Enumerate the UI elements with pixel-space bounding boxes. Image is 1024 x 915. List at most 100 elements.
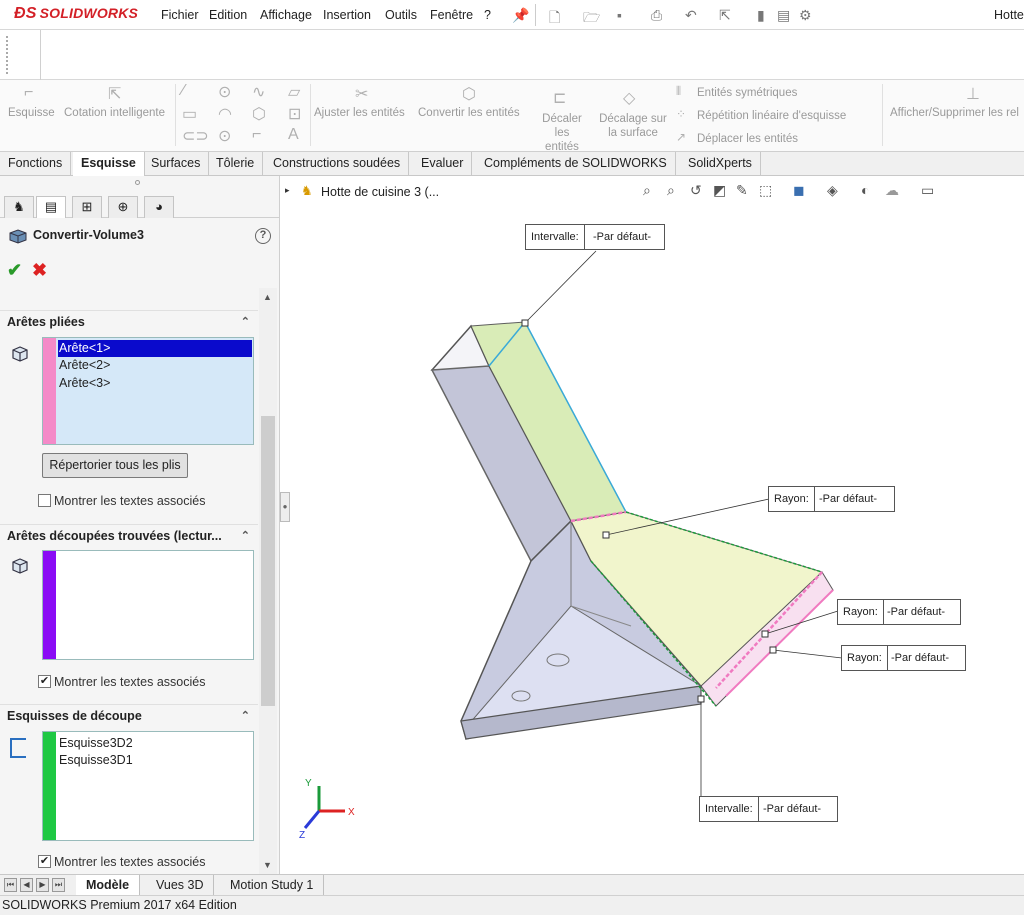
menu-fenetre[interactable]: Fenêtre	[430, 8, 473, 22]
callout-intervalle-top[interactable]: Intervalle: -Par défaut-	[525, 224, 665, 250]
dimxpert-tab-icon[interactable]: ⊕	[108, 196, 138, 218]
repetition-lineaire-button[interactable]: Répétition linéaire d'esquisse	[697, 109, 846, 123]
cotation-intelligente-button[interactable]: Cotation intelligente	[64, 106, 165, 120]
solidworks-logo[interactable]: ƉS SOLIDWORKS	[14, 5, 138, 23]
decaler-entites-button[interactable]: Décaler les entités	[534, 112, 590, 154]
cut-sketches-listbox[interactable]: Esquisse3D2 Esquisse3D1	[42, 731, 254, 841]
spline-icon[interactable]: ∿	[252, 82, 265, 102]
point-icon[interactable]: ⊡	[288, 104, 301, 124]
section-cut-edges-header[interactable]: Arêtes découpées trouvées (lectur... ⌃	[0, 524, 258, 546]
smart-dimension-icon[interactable]: ⇱	[108, 84, 121, 104]
afficher-relations-button[interactable]: Afficher/Supprimer les rel	[890, 106, 1019, 120]
offset-entities-icon[interactable]: ⊏	[553, 88, 566, 108]
section-cut-sketches-header[interactable]: Esquisses de découpe ⌃	[0, 704, 258, 726]
trim-icon[interactable]: ✂	[355, 84, 368, 104]
panel-scrollbar[interactable]: ▲ ▼	[259, 288, 277, 874]
slot-icon[interactable]: ⊂⊃	[182, 126, 209, 146]
configuration-manager-tab-icon[interactable]: ⊞	[72, 196, 102, 218]
offset-surface-icon[interactable]: ◇	[623, 88, 635, 108]
options-gear-icon[interactable]: ⚙	[799, 7, 812, 24]
new-document-icon[interactable]: 🗋	[549, 7, 560, 31]
menu-outils[interactable]: Outils	[385, 8, 417, 22]
tab-evaluer[interactable]: Evaluer	[413, 152, 473, 176]
prev-tab-icon[interactable]: ◀	[20, 878, 33, 892]
model-canvas[interactable]: Y X Z	[281, 176, 1024, 874]
plane-icon[interactable]: ▱	[288, 82, 300, 102]
mirror-icon[interactable]: ⫴	[676, 84, 681, 99]
fillet-icon[interactable]: ⌐	[252, 126, 261, 144]
next-tab-icon[interactable]: ▶	[36, 878, 49, 892]
file-properties-icon[interactable]: ▤	[777, 7, 790, 24]
list-all-bends-button[interactable]: Répertorier tous les plis	[42, 453, 188, 478]
menu-help[interactable]: ?	[484, 8, 491, 22]
polygon-icon[interactable]: ⬡	[252, 104, 266, 124]
undo-icon[interactable]: ↶	[685, 7, 697, 24]
list-item-esquisse3d2[interactable]: Esquisse3D2	[58, 735, 252, 752]
tab-motion-study-1[interactable]: Motion Study 1	[220, 875, 325, 895]
circle-icon[interactable]: ⊙	[218, 82, 231, 102]
show-texts-checkbox-3[interactable]: ✔	[38, 855, 51, 868]
graphics-area[interactable]: ▸ ♞ Hotte de cuisine 3 (... ⌕ ⌕ ↺ ◩ ✎ ⬚ …	[281, 176, 1024, 874]
last-tab-icon[interactable]: ⏭	[52, 878, 65, 892]
panel-splitter-handle[interactable]: ●	[280, 492, 290, 522]
list-item-arete-1[interactable]: Arête<1>	[58, 340, 252, 357]
property-manager-tab-icon[interactable]: ▤	[36, 196, 66, 218]
list-item-arete-2[interactable]: Arête<2>	[58, 357, 252, 374]
move-icon[interactable]: ↗	[676, 130, 686, 144]
convert-entities-icon[interactable]: ⬡	[462, 84, 476, 104]
tab-surfaces[interactable]: Surfaces	[143, 152, 210, 176]
show-texts-checkbox-2[interactable]: ✔	[38, 675, 51, 688]
entites-symetriques-button[interactable]: Entités symétriques	[697, 86, 797, 100]
arc-icon[interactable]: ◠	[218, 104, 232, 124]
line-icon[interactable]: ⁄	[182, 82, 185, 100]
panel-grip-icon[interactable]	[135, 180, 140, 185]
select-icon[interactable]: ⇱	[719, 7, 731, 24]
tab-complements[interactable]: Compléments de SOLIDWORKS	[476, 152, 676, 176]
point-circle-icon[interactable]: ⊙	[218, 126, 231, 146]
callout-rayon-2[interactable]: Rayon: -Par défaut-	[837, 599, 961, 625]
tab-vues-3d[interactable]: Vues 3D	[146, 875, 215, 895]
print-icon[interactable]: ⎙	[651, 7, 662, 24]
cut-edges-listbox[interactable]	[42, 550, 254, 660]
callout-rayon-1[interactable]: Rayon: -Par défaut-	[768, 486, 895, 512]
list-item-arete-3[interactable]: Arête<3>	[58, 375, 252, 392]
chevron-up-icon[interactable]: ⌃	[241, 525, 250, 547]
tab-solidxperts[interactable]: SolidXperts	[680, 152, 761, 176]
deplacer-entites-button[interactable]: Déplacer les entités	[697, 132, 798, 146]
show-texts-checkbox-1[interactable]	[38, 494, 51, 507]
callout-intervalle-bottom[interactable]: Intervalle: -Par défaut-	[699, 796, 838, 822]
decalage-surface-button[interactable]: Décalage sur la surface	[598, 112, 668, 140]
tab-constructions-soudees[interactable]: Constructions soudées	[265, 152, 410, 176]
cancel-x-icon[interactable]: ✖	[32, 260, 47, 281]
callout-rayon-3[interactable]: Rayon: -Par défaut-	[841, 645, 966, 671]
grip-icon[interactable]	[6, 36, 8, 74]
tab-fonctions[interactable]: Fonctions	[0, 152, 72, 176]
scrollbar-thumb[interactable]	[261, 416, 275, 706]
menu-insertion[interactable]: Insertion	[323, 8, 371, 22]
bent-edges-listbox[interactable]: Arête<1> Arête<2> Arête<3>	[42, 337, 254, 445]
first-tab-icon[interactable]: ⏮	[4, 878, 17, 892]
linear-pattern-icon[interactable]: ⁘	[676, 107, 686, 121]
rectangle-icon[interactable]: ▭	[182, 104, 197, 124]
tab-esquisse[interactable]: Esquisse	[73, 152, 145, 176]
sketch-icon[interactable]: ⌐	[24, 84, 33, 102]
save-icon[interactable]: ▪	[617, 7, 622, 23]
chevron-up-icon[interactable]: ⌃	[241, 311, 250, 333]
scroll-up-icon[interactable]: ▲	[263, 292, 272, 302]
tab-modele[interactable]: Modèle	[76, 875, 141, 895]
rebuild-icon[interactable]: ▮	[757, 7, 765, 24]
scroll-down-icon[interactable]: ▼	[263, 860, 272, 870]
ajuster-entites-button[interactable]: Ajuster les entités	[314, 106, 405, 120]
open-icon[interactable]: 🗁	[583, 7, 600, 31]
esquisse-button[interactable]: Esquisse	[8, 106, 55, 120]
ok-checkmark-icon[interactable]: ✔	[7, 260, 22, 281]
section-bent-edges-header[interactable]: Arêtes pliées ⌃	[0, 310, 258, 332]
menu-affichage[interactable]: Affichage	[260, 8, 312, 22]
text-icon[interactable]: A	[288, 126, 299, 144]
help-icon[interactable]: ?	[255, 228, 271, 244]
list-item-esquisse3d1[interactable]: Esquisse3D1	[58, 752, 252, 769]
tab-tolerie[interactable]: Tôlerie	[208, 152, 264, 176]
feature-manager-tab-icon[interactable]: ♞	[4, 196, 34, 218]
display-manager-tab-icon[interactable]: ◕	[144, 196, 174, 218]
menu-edition[interactable]: Edition	[209, 8, 247, 22]
